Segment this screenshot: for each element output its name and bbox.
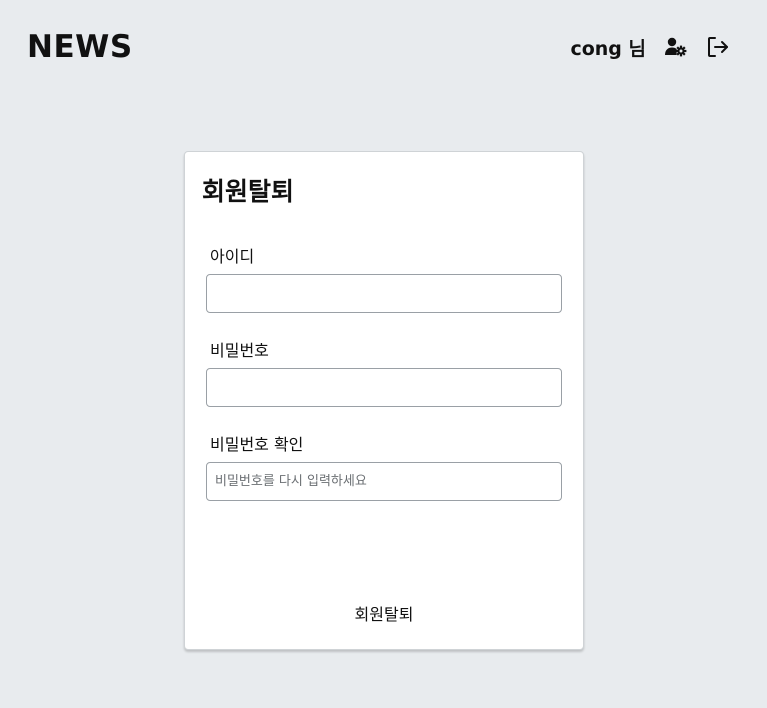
card-title: 회원탈퇴 bbox=[202, 177, 295, 206]
logout-icon[interactable] bbox=[706, 35, 730, 59]
password-input[interactable] bbox=[206, 368, 562, 407]
user-area: cong 님 bbox=[570, 33, 730, 61]
password-confirm-label: 비밀번호 확인 bbox=[210, 435, 304, 454]
user-gear-icon[interactable] bbox=[664, 35, 688, 59]
password-confirm-input[interactable] bbox=[206, 462, 562, 501]
withdraw-button[interactable]: 회원탈퇴 bbox=[185, 598, 583, 628]
password-label: 비밀번호 bbox=[210, 341, 269, 360]
header: NEWS cong 님 bbox=[0, 0, 767, 95]
site-logo[interactable]: NEWS bbox=[27, 27, 133, 67]
id-input[interactable] bbox=[206, 274, 562, 313]
user-name-label: cong 님 bbox=[570, 37, 646, 60]
id-label: 아이디 bbox=[210, 247, 255, 266]
withdraw-card: 회원탈퇴 아이디 비밀번호 비밀번호 확인 회원탈퇴 bbox=[184, 151, 584, 650]
